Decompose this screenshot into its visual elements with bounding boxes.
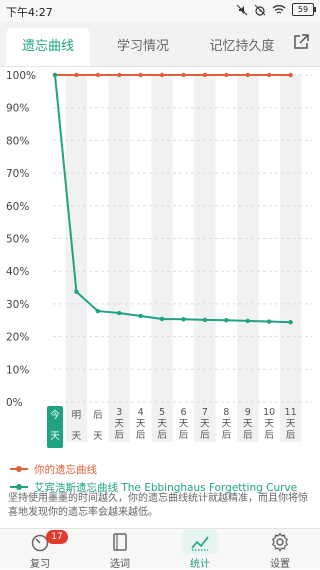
column-stripe — [279, 75, 302, 442]
series-point-0 — [159, 72, 165, 78]
series-point-1 — [95, 308, 101, 314]
series-point-0 — [181, 72, 186, 78]
series-point-1 — [159, 316, 165, 322]
y-tick-label: 40% — [6, 266, 29, 278]
x-tick-label: 11 天后 — [285, 407, 297, 441]
series-point-1 — [266, 319, 272, 324]
y-tick-label: 90% — [6, 103, 29, 115]
x-tick-label: 6 天后 — [179, 407, 189, 441]
nav-stats[interactable]: 统计 — [160, 529, 240, 570]
nav-review[interactable]: 17 复习 — [0, 529, 80, 570]
legend-marker-yours — [10, 464, 28, 474]
column-stripe — [237, 75, 259, 442]
status-time: 下午4:27 — [6, 6, 53, 19]
y-tick-label: 80% — [6, 135, 29, 147]
y-tick-label: 60% — [6, 201, 29, 213]
forgetting-curve-chart: 100% 90% 80% 70% 60% 50% 40% 30% 20% 10% 0% 今天 明天 后天 3… — [0, 66, 320, 452]
series-point-0 — [138, 72, 143, 78]
tab-bar: 遗忘曲线 学习情况 记忆持久度 — [0, 22, 320, 67]
series-point-1 — [245, 318, 250, 324]
tab-study-status[interactable]: 学习情况 — [100, 28, 186, 66]
gear-icon — [271, 532, 289, 552]
share-icon[interactable] — [292, 33, 310, 51]
series-point-0 — [224, 72, 229, 78]
series-point-1 — [224, 318, 229, 323]
series-point-0 — [245, 72, 250, 78]
series-point-0 — [95, 72, 101, 78]
x-tick-label: 后天 — [93, 410, 103, 442]
legend-item-yours: 你的遗忘曲线 — [10, 460, 315, 478]
column-stripe — [108, 75, 130, 442]
tab-forgetting-curve[interactable]: 遗忘曲线 — [6, 28, 90, 66]
y-tick-label: 100% — [6, 70, 36, 82]
series-point-0 — [202, 72, 208, 78]
series-point-1 — [52, 72, 58, 78]
review-badge: 17 — [46, 530, 68, 544]
stats-chart-icon — [191, 536, 209, 551]
series-point-0 — [74, 72, 79, 78]
status-icons: 59 — [236, 3, 316, 16]
book-icon — [113, 533, 127, 551]
curve-description: 坚持使用墨墨的时间越久，你的遗忘曲线统计就越精准，而且你将惊喜地发现你的遗忘率会… — [8, 493, 308, 518]
silent-icon — [236, 4, 248, 15]
tab-memory-durability[interactable]: 记忆持久度 — [196, 28, 288, 66]
y-tick-label: 50% — [6, 234, 29, 246]
series-point-0 — [288, 72, 293, 78]
battery-indicator: 59 — [292, 3, 316, 16]
y-tick-label: 10% — [6, 364, 29, 376]
legend-label-yours: 你的遗忘曲线 — [34, 463, 97, 476]
column-stripe — [151, 75, 173, 442]
legend-marker-ebbinghaus — [10, 482, 28, 492]
x-tick-label: 10 天后 — [263, 407, 275, 441]
x-tick-label: 8 天后 — [222, 407, 232, 441]
y-tick-label: 30% — [6, 299, 29, 311]
y-tick-label: 70% — [6, 168, 29, 180]
chart-svg: 100%90%80%70%60%50%40%30%20%10%0%今天明天后天3… — [6, 70, 312, 448]
nav-settings[interactable]: 设置 — [240, 529, 320, 570]
y-tick-label: 20% — [6, 332, 29, 344]
alarm-icon — [254, 4, 266, 16]
series-point-1 — [74, 289, 79, 295]
series-point-1 — [202, 317, 208, 323]
x-tick-label: 4 天后 — [136, 407, 146, 441]
series-point-1 — [288, 320, 293, 325]
status-bar: 下午4:27 59 — [0, 0, 320, 22]
bottom-nav: 17 复习 选词 统计 设置 — [0, 528, 320, 570]
series-point-1 — [117, 310, 122, 316]
series-point-1 — [181, 317, 186, 322]
series-point-0 — [266, 72, 272, 78]
series-point-0 — [117, 72, 122, 78]
wifi-icon — [272, 5, 286, 14]
column-stripe — [65, 75, 88, 442]
y-tick-label: 0% — [6, 397, 23, 409]
chart-legend: 你的遗忘曲线 艾宾浩斯遗忘曲线 The Ebbinghaus Forgettin… — [10, 460, 315, 496]
nav-words[interactable]: 选词 — [80, 529, 160, 570]
series-point-1 — [138, 313, 143, 319]
column-stripe — [194, 75, 216, 442]
